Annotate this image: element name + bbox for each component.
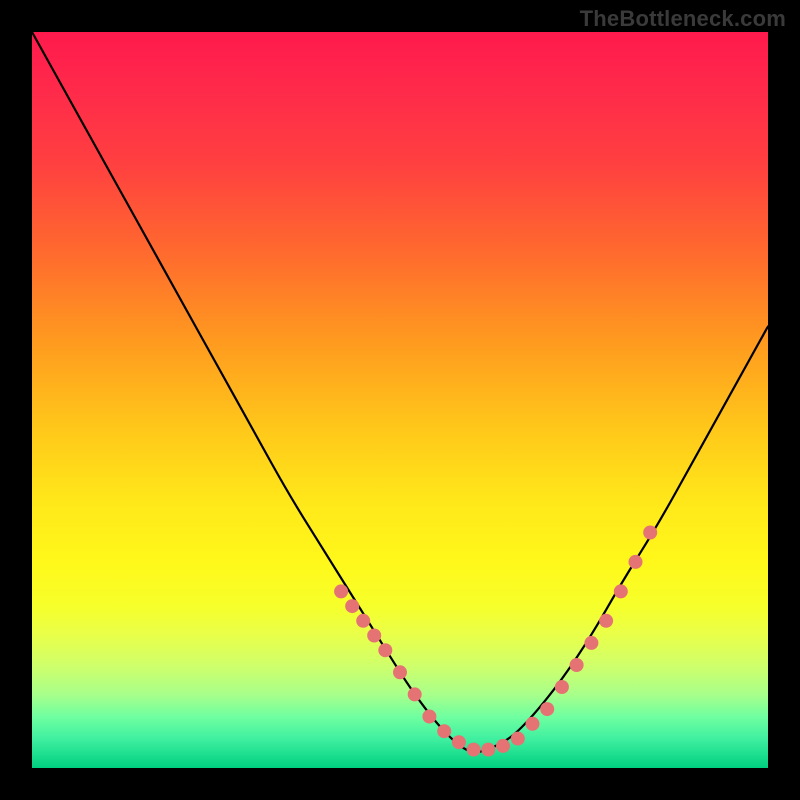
- highlight-dot: [452, 735, 466, 749]
- highlight-dot: [334, 584, 348, 598]
- plot-area: [32, 32, 768, 768]
- highlight-dot: [643, 526, 657, 540]
- chart-root: TheBottleneck.com: [0, 0, 800, 800]
- highlight-dot: [422, 710, 436, 724]
- highlight-dot: [437, 724, 451, 738]
- highlight-dot: [467, 743, 481, 757]
- highlight-dot: [540, 702, 554, 716]
- highlight-dot: [356, 614, 370, 628]
- highlight-dot: [614, 584, 628, 598]
- watermark-label: TheBottleneck.com: [580, 6, 786, 32]
- highlight-dot: [481, 743, 495, 757]
- highlight-dot: [629, 555, 643, 569]
- highlight-dot: [584, 636, 598, 650]
- highlight-dots: [334, 526, 657, 757]
- highlight-dot: [570, 658, 584, 672]
- highlight-dot: [511, 732, 525, 746]
- highlight-dot: [526, 717, 540, 731]
- highlight-dot: [555, 680, 569, 694]
- bottleneck-curve: [32, 32, 768, 752]
- highlight-dot: [599, 614, 613, 628]
- highlight-dot: [496, 739, 510, 753]
- highlight-dot: [408, 687, 422, 701]
- highlight-dot: [393, 665, 407, 679]
- highlight-dot: [367, 629, 381, 643]
- highlight-dot: [345, 599, 359, 613]
- highlight-dot: [378, 643, 392, 657]
- plot-svg: [32, 32, 768, 768]
